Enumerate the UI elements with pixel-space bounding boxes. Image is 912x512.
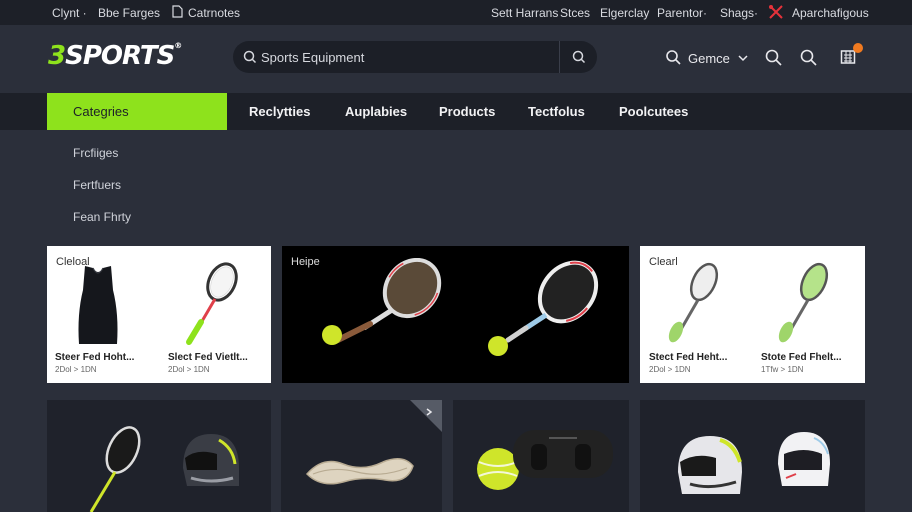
nav-item-3[interactable]: Products: [439, 104, 495, 119]
tennis-racket-icon: [668, 262, 719, 343]
helmet-icon: [778, 432, 830, 486]
categories-label: Categries: [73, 104, 129, 119]
product-title[interactable]: Steer Fed Hoht...: [55, 352, 134, 363]
top-link-3[interactable]: Catrnotes: [188, 6, 240, 20]
tennis-racket-icon: [186, 262, 238, 345]
top-link-6[interactable]: Elgerclay: [600, 6, 649, 20]
chevron-down-icon[interactable]: [738, 54, 748, 62]
search-bar[interactable]: Sports Equipment: [233, 41, 597, 73]
helmet-icon: [678, 436, 742, 494]
tennis-racket-icon: [488, 260, 599, 356]
helmet-icon: [183, 434, 239, 486]
nav-item-5[interactable]: Poolcutees: [619, 104, 688, 119]
product-card[interactable]: [640, 400, 865, 512]
top-link-2[interactable]: Bbe Farges: [98, 6, 160, 20]
search-icon: [572, 50, 586, 64]
flag-corner-icon[interactable]: [410, 400, 442, 432]
product-title[interactable]: Stote Fed Fhelt...: [761, 352, 842, 363]
category-link-2[interactable]: Fertfuers: [73, 178, 121, 192]
product-card[interactable]: [453, 400, 629, 512]
cart-badge: [853, 43, 863, 53]
tennis-ball-icon: [322, 325, 342, 345]
account-menu[interactable]: Gemce: [688, 51, 730, 66]
logo-mark: ®: [174, 41, 182, 50]
top-link-9[interactable]: Aparchafigous: [792, 6, 869, 20]
product-price: 2Dol > 1DN: [649, 365, 691, 374]
search-input[interactable]: Sports Equipment: [261, 50, 364, 65]
product-title[interactable]: Slect Fed Vietlt...: [168, 352, 248, 363]
top-link-7[interactable]: Parentor·: [657, 6, 707, 20]
tank-top-image: [78, 266, 118, 344]
product-price: 2Dol > 1DN: [168, 365, 210, 374]
tennis-ball-icon: [488, 336, 508, 356]
product-card[interactable]: Clearl Stect Fed Heht... 2Dol > 1DN Stot…: [640, 246, 865, 383]
tools-icon: [769, 5, 783, 19]
nav-item-4[interactable]: Tectfolus: [528, 104, 585, 119]
top-link-4[interactable]: Sett Harrans: [491, 6, 558, 20]
category-link-3[interactable]: Fean Fhrty: [73, 210, 131, 224]
main-nav: Categries Reclytties Auplabies Products …: [0, 93, 912, 130]
header: 3SPORTS® Sports Equipment Gemce: [0, 25, 912, 93]
hero-card[interactable]: Heipe: [282, 246, 629, 383]
product-price: 2Dol > 1DN: [55, 365, 97, 374]
nav-item-1[interactable]: Reclytties: [249, 104, 310, 119]
product-price: 1Tfw > 1DN: [761, 365, 804, 374]
top-link-5[interactable]: Stces: [560, 6, 590, 20]
rope-icon: [305, 458, 414, 485]
top-link-1[interactable]: Clynt ·: [52, 6, 87, 20]
product-title[interactable]: Stect Fed Heht...: [649, 352, 727, 363]
product-card[interactable]: Cleloal Steer Fed Hoht... 2Dol > 1DN Sle…: [47, 246, 271, 383]
search-icon: [243, 50, 257, 64]
nav-item-2[interactable]: Auplabies: [345, 104, 407, 119]
search-icon[interactable]: [765, 49, 782, 66]
tennis-racket-icon: [778, 262, 829, 343]
product-card[interactable]: [47, 400, 271, 512]
logo-prefix: 3: [48, 41, 66, 71]
top-link-8[interactable]: Shags·: [720, 6, 758, 20]
document-icon: [172, 5, 183, 18]
categories-button[interactable]: Categries: [47, 93, 227, 130]
brand-logo[interactable]: 3SPORTS®: [48, 41, 182, 71]
logo-text: SPORTS: [65, 41, 175, 71]
tennis-racket-icon: [89, 426, 141, 512]
card-label: Heipe: [291, 256, 320, 268]
tennis-racket-icon: [322, 258, 442, 345]
strap-image: [513, 430, 613, 478]
search-icon[interactable]: [800, 49, 817, 66]
search-icon[interactable]: [665, 49, 681, 65]
top-bar: Clynt · Bbe Farges Catrnotes Sett Harran…: [0, 0, 912, 25]
search-button[interactable]: [559, 41, 597, 73]
category-link-1[interactable]: Frcfiiges: [73, 146, 118, 160]
